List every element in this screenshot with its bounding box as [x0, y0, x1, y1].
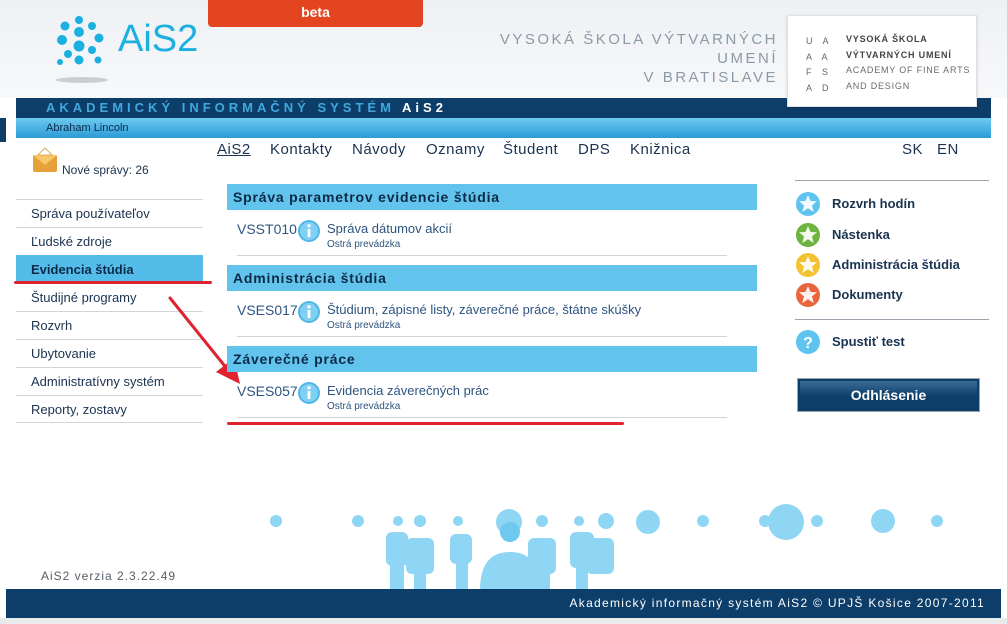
info-icon[interactable]: [297, 219, 321, 243]
system-title-text: AKADEMICKÝ INFORMAČNÝ SYSTÉM: [46, 100, 395, 115]
logo-text: AiS2: [118, 18, 199, 60]
app-name[interactable]: Správa dátumov akcií: [327, 221, 452, 236]
logout-button[interactable]: Odhlásenie: [797, 378, 980, 412]
run-test-link[interactable]: ? Spustiť test: [795, 329, 989, 355]
app-environment: Ostrá prevádzka: [327, 401, 401, 412]
app-name[interactable]: Evidencia záverečných prác: [327, 383, 489, 398]
quick-link-dokumenty[interactable]: Dokumenty: [795, 282, 989, 308]
vsvu-letter: D: [822, 82, 833, 93]
vsvu-letter: A: [806, 51, 816, 62]
quick-link-rozvrh-hodin[interactable]: Rozvrh hodín: [795, 191, 989, 217]
run-test-label: Spustiť test: [832, 334, 905, 349]
vsvu-name: VYSOKÁ ŠKOLA VÝTVARNÝCH UMENÍ ACADEMY OF…: [846, 32, 970, 94]
app-name[interactable]: Štúdium, zápisné listy, záverečné práce,…: [327, 302, 641, 317]
star-icon: [796, 223, 820, 247]
top-nav-student[interactable]: Študent: [503, 141, 558, 158]
user-name: Abraham Lincoln: [46, 122, 129, 134]
quick-link-label: Rozvrh hodín: [832, 196, 916, 211]
frame-edge: [0, 118, 6, 142]
annotation-underline: [227, 422, 624, 425]
info-icon[interactable]: [297, 300, 321, 324]
school-name: VYSOKÁ ŠKOLA VÝTVARNÝCH UMENÍ V BRATISLA…: [440, 30, 778, 87]
vsvu-line: ACADEMY OF FINE ARTS: [846, 65, 971, 75]
inbox-link[interactable]: Nové správy: 26: [32, 145, 212, 181]
left-nav-item-evidencia-studia[interactable]: Evidencia štúdia: [16, 255, 203, 283]
lang-sk[interactable]: SK: [902, 141, 923, 158]
section-header: Záverečné práce: [227, 346, 757, 372]
top-nav-kniznica[interactable]: Knižnica: [630, 141, 691, 158]
envelope-icon: [33, 147, 57, 172]
vsvu-line: VÝTVARNÝCH UMENÍ: [846, 49, 952, 60]
school-name-line2: V BRATISLAVE: [643, 69, 778, 86]
top-nav-dps[interactable]: DPS: [578, 141, 610, 158]
decorative-figures: [270, 504, 943, 590]
top-nav-kontakty[interactable]: Kontakty: [270, 141, 332, 158]
vsvu-letter: S: [822, 67, 833, 77]
vsvu-logo-box[interactable]: U A A A F S A D VYSOKÁ ŠKOLA VÝTVARNÝCH …: [787, 15, 977, 107]
top-nav-oznamy[interactable]: Oznamy: [426, 141, 485, 158]
annotation-underline: [14, 281, 212, 284]
vsvu-letter: A: [822, 36, 833, 46]
info-icon[interactable]: [297, 381, 321, 405]
app-environment: Ostrá prevádzka: [327, 239, 401, 250]
vsvu-letter: F: [806, 67, 816, 77]
section-header: Správa parametrov evidencie štúdia: [227, 184, 757, 210]
footer: Akademický informačný systém AiS2 © UPJŠ…: [6, 589, 1001, 618]
star-icon: [796, 192, 820, 216]
divider: [795, 180, 989, 181]
divider: [795, 319, 989, 320]
app-code[interactable]: VSST010: [237, 221, 297, 237]
system-title: AKADEMICKÝ INFORMAČNÝ SYSTÉM AiS2: [46, 100, 447, 115]
help-icon: ?: [796, 330, 820, 354]
beta-badge: beta: [208, 0, 423, 27]
user-bar: Abraham Lincoln: [16, 118, 991, 138]
quick-link-label: Nástenka: [832, 227, 890, 242]
quick-link-nastenka[interactable]: Nástenka: [795, 222, 989, 248]
frame-edge: [0, 618, 1007, 624]
app-code[interactable]: VSES017: [237, 302, 298, 318]
vsvu-letter: A: [821, 51, 832, 62]
left-nav-item-ludske-zdroje[interactable]: Ľudské zdroje: [16, 227, 203, 255]
left-nav-item-sprava-pouzivatelov[interactable]: Správa používateľov: [16, 199, 203, 227]
school-name-line1: VYSOKÁ ŠKOLA VÝTVARNÝCH UMENÍ: [499, 31, 778, 67]
star-icon: [796, 283, 820, 307]
left-nav-item-reporty-zostavy[interactable]: Reporty, zostavy: [16, 395, 203, 423]
app-row[interactable]: VSST010 Správa dátumov akcií Ostrá prevá…: [237, 218, 727, 256]
logout-label: Odhlásenie: [800, 381, 977, 409]
star-icon: [796, 253, 820, 277]
quick-link-label: Administrácia štúdia: [832, 257, 960, 272]
vsvu-line: VYSOKÁ ŠKOLA: [846, 34, 928, 44]
vsvu-letter: A: [806, 82, 816, 93]
vsvu-letter: U: [806, 36, 817, 46]
vsvu-line: AND DESIGN: [846, 80, 911, 91]
vsvu-letters: U A A A F S A D: [806, 34, 836, 96]
system-title-highlight: AiS2: [402, 100, 447, 115]
app-code[interactable]: VSES057: [237, 383, 298, 399]
inbox-count: Nové správy: 26: [62, 163, 149, 177]
app-environment: Ostrá prevádzka: [327, 320, 401, 331]
section-header: Administrácia štúdia: [227, 265, 757, 291]
top-nav: AiS2 Kontakty Návody Oznamy Študent DPS …: [217, 141, 767, 163]
app-row[interactable]: VSES017 Štúdium, zápisné listy, záverečn…: [237, 299, 727, 337]
quick-link-label: Dokumenty: [832, 287, 903, 302]
quick-link-administracia-studia[interactable]: Administrácia štúdia: [795, 252, 989, 278]
top-nav-ais2[interactable]: AiS2: [217, 141, 251, 158]
version-label: AiS2 verzia 2.3.22.49: [41, 569, 177, 583]
footer-copyright: Akademický informačný systém AiS2 © UPJŠ…: [569, 596, 985, 610]
svg-text:?: ?: [803, 335, 813, 352]
top-nav-navody[interactable]: Návody: [352, 141, 406, 158]
lang-en[interactable]: EN: [937, 141, 959, 158]
app-row[interactable]: VSES057 Evidencia záverečných prác Ostrá…: [237, 380, 727, 418]
